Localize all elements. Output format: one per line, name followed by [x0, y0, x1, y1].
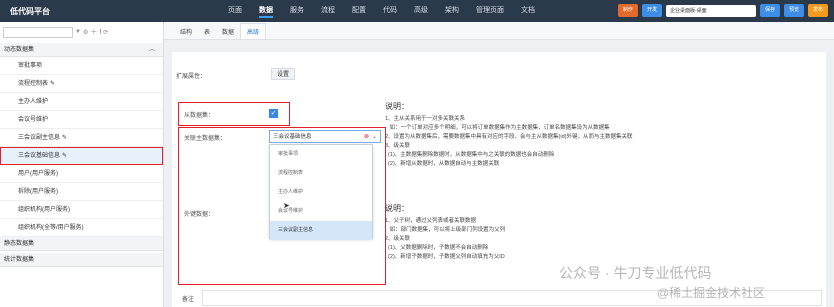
- tab-bar: 结构表数据 高级: [164, 22, 834, 40]
- note-line: (2)、新增子数据时，子数据父列自动填充为父ID: [385, 254, 505, 260]
- warning-icon[interactable]: !: [99, 29, 101, 36]
- dropdown-option[interactable]: 主办人维护: [270, 183, 372, 202]
- dataset-label: 会议号维护: [18, 117, 49, 123]
- notes-title: 说明：: [385, 102, 409, 111]
- note-line: 如：部门数据集，可以将上级部门列设置为父列: [385, 227, 506, 233]
- filter-icon[interactable]: ▼: [75, 29, 81, 35]
- assoc-dataset-value: 三会议基础信息: [273, 134, 312, 140]
- note-line: (1)、父数据删除时，子数据不会自动删除: [385, 245, 489, 251]
- note-line: 1、主从关系用于一对多关联关系: [385, 116, 466, 122]
- sidebar-dataset-item[interactable]: 主办人维护: [0, 93, 163, 111]
- remark-label: 备注: [182, 297, 195, 303]
- pencil-icon[interactable]: ✎: [62, 135, 67, 141]
- sidebar-toolbar: ▼ ⚙ ＋ ! ⟳: [3, 25, 160, 39]
- note-line: 2、设置为从数据集后，需要数据集中具有对应的字段，会与主从数据集(id)外键，从…: [385, 134, 633, 140]
- app-title: 低代码平台: [10, 6, 50, 16]
- from-dataset-label: 从数据集：: [184, 113, 215, 119]
- sidebar-dataset-item[interactable]: 审批事项: [0, 57, 163, 75]
- mode-badge-dev[interactable]: 开发: [641, 4, 662, 17]
- advanced-panel: 扩展属性： 设置 从数据集： ✓ 关联主数据集： 三会议基础信息 ⊗ ⌄ 审批事…: [172, 52, 826, 307]
- note-line: 1、父子树，通过父列表或者关联数据: [385, 218, 477, 224]
- nav-item[interactable]: 流程: [321, 5, 335, 18]
- group-label: 静态数据集: [4, 241, 35, 247]
- group-label: 统计数据集: [4, 257, 35, 263]
- chevron-up-icon[interactable]: ︿: [149, 43, 155, 57]
- sidebar-dataset-item[interactable]: 三会议副主信息 ✎: [0, 129, 163, 147]
- mode-badge-make[interactable]: 制作: [617, 4, 638, 17]
- assoc-dataset-dropdown: 审批事项 流程控制表 主办人维护 会议号维护 三会议副主信息: [269, 144, 373, 240]
- topbar-actions: 制作 开发 企业桌面版-桌面 保存 预览 发布: [617, 4, 828, 17]
- group-stats-datasets[interactable]: 统计数据集: [0, 253, 163, 267]
- refresh-icon[interactable]: ⟳: [103, 29, 108, 36]
- publish-button[interactable]: 发布: [807, 4, 828, 17]
- nav-item[interactable]: 管理页面: [476, 5, 504, 18]
- main-nav: 页面 数据 服务 流程 配置 代码 高级 架构 管理页面 文档: [228, 5, 552, 18]
- dropdown-option[interactable]: 三会议副主信息: [270, 221, 372, 240]
- dataset-label: 拆除(用户服务): [18, 189, 58, 195]
- tab-item[interactable]: 数据: [216, 24, 240, 39]
- nav-item[interactable]: 配置: [352, 5, 366, 18]
- pencil-icon[interactable]: ✎: [62, 153, 67, 159]
- sidebar-dataset-item[interactable]: 组织机构(全等/用户服务): [0, 219, 163, 237]
- note-line: (1)、主数据集删除数据时，从数据集中与之关联的数据也会自动删除: [385, 152, 555, 158]
- dataset-label: 审批事项: [18, 63, 43, 69]
- assoc-dataset-label: 关联主数据集：: [184, 136, 227, 142]
- notes-master-detail: 说明： 1、主从关系用于一对多关联关系 如：一个订单对应多个明细，可以将订单数据…: [385, 102, 815, 169]
- notes-tree: 说明： 1、父子树，通过父列表或者关联数据 如：部门数据集，可以将上级部门列设置…: [385, 204, 815, 262]
- sidebar-dataset-item[interactable]: 三会议基础信息 ✎: [0, 147, 163, 165]
- nav-item[interactable]: 服务: [290, 5, 304, 18]
- sidebar-dataset-item[interactable]: 拆除(用户服务): [0, 183, 163, 201]
- sidebar-search-input[interactable]: [3, 26, 73, 38]
- top-bar: 低代码平台 页面 数据 服务 流程 配置 代码 高级 架构 管理页面 文档 制作 开发 企业桌面版…: [0, 0, 834, 22]
- note-line: 2、级关联: [385, 236, 411, 242]
- from-dataset-checkbox[interactable]: ✓: [269, 109, 278, 118]
- ext-attr-label: 扩展属性：: [176, 74, 207, 80]
- ext-attr-set-button[interactable]: 设置: [271, 68, 296, 80]
- preview-button[interactable]: 预览: [783, 4, 804, 17]
- sidebar-dataset-item[interactable]: 用户(用户服务): [0, 165, 163, 183]
- dataset-label: 组织机构(用户服务): [18, 207, 70, 213]
- nav-item[interactable]: 数据: [259, 5, 273, 18]
- notes-title: 说明：: [385, 204, 409, 213]
- dropdown-option[interactable]: 审批事项: [270, 145, 372, 164]
- tab-item[interactable]: 结构: [174, 24, 198, 39]
- sidebar-dataset-item[interactable]: 组织机构(用户服务): [0, 201, 163, 219]
- sidebar-dataset-item[interactable]: 流程控制表 ✎: [0, 75, 163, 93]
- save-button[interactable]: 保存: [759, 4, 780, 17]
- clear-icon[interactable]: ⊗: [364, 131, 369, 143]
- nav-item[interactable]: 页面: [228, 5, 242, 18]
- settings-icon[interactable]: ⚙: [83, 29, 88, 36]
- group-dynamic-datasets[interactable]: 动态数据集 ︿: [0, 43, 163, 57]
- nav-item[interactable]: 文档: [521, 5, 535, 18]
- sidebar-dataset-item[interactable]: 会议号维护: [0, 111, 163, 129]
- pencil-icon[interactable]: ✎: [50, 81, 55, 87]
- note-line: (2)、新增从数据时，从数据自动与主数据关联: [385, 161, 500, 167]
- watermark-juejin: @稀土掘金技术社区: [657, 286, 766, 300]
- assoc-dataset-select[interactable]: 三会议基础信息 ⊗ ⌄: [269, 130, 381, 143]
- tab-item[interactable]: 表: [198, 24, 216, 39]
- tab-item[interactable]: 高级: [240, 23, 267, 39]
- sidebar: ▼ ⚙ ＋ ! ⟳ 动态数据集 ︿ 审批事项 流程控制表 ✎ 主办人维护 会议号维护 三会…: [0, 22, 164, 307]
- watermark-wechat: 公众号 · 牛刀专业低代码: [559, 265, 712, 281]
- group-label: 动态数据集: [4, 47, 35, 53]
- chevron-down-icon[interactable]: ⌄: [372, 131, 377, 143]
- nav-item[interactable]: 高级: [414, 5, 428, 18]
- dataset-label: 三会议副主信息: [18, 135, 61, 141]
- dataset-label: 三会议基础信息: [18, 153, 61, 159]
- note-line: 3、级关联: [385, 143, 411, 149]
- group-static-datasets[interactable]: 静态数据集: [0, 237, 163, 251]
- dataset-label: 流程控制表: [18, 81, 49, 87]
- nav-item[interactable]: 架构: [445, 5, 459, 18]
- mouse-cursor-icon: ➤: [283, 201, 290, 210]
- fk-data-label: 外键数据：: [184, 212, 215, 218]
- dataset-list: 审批事项 流程控制表 ✎ 主办人维护 会议号维护 三会议副主信息 ✎ 三会议基础信息 ✎ 用户(用…: [0, 57, 163, 237]
- add-icon[interactable]: ＋: [90, 27, 97, 37]
- dataset-label: 用户(用户服务): [18, 171, 58, 177]
- dataset-label: 组织机构(全等/用户服务): [18, 225, 84, 231]
- dropdown-option[interactable]: 流程控制表: [270, 164, 372, 183]
- nav-item[interactable]: 代码: [383, 5, 397, 18]
- dataset-label: 主办人维护: [18, 99, 49, 105]
- note-line: 如：一个订单对应多个明细，可以将订单数据集作为主数据集，订单名数据集设为从数据集: [385, 125, 610, 131]
- environment-select[interactable]: 企业桌面版-桌面: [665, 4, 756, 17]
